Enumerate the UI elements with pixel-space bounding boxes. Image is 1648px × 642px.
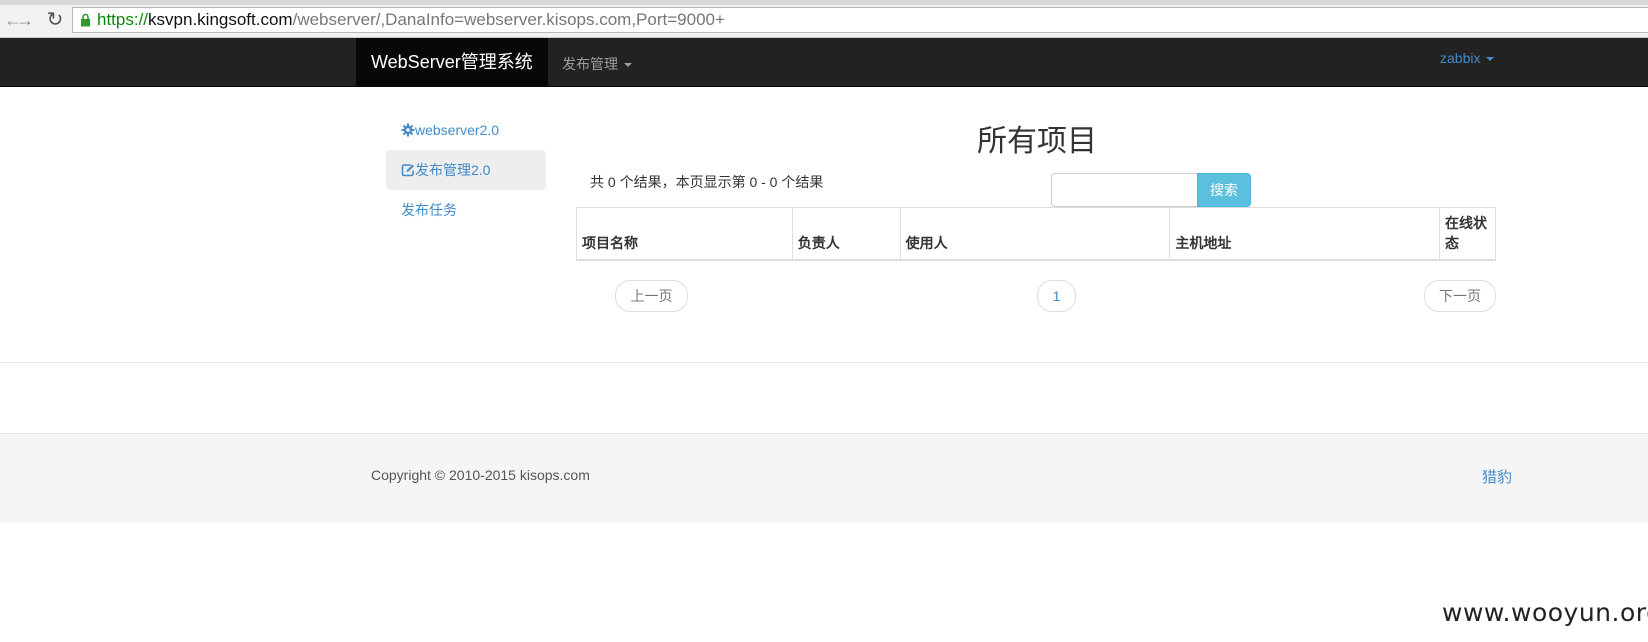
- user-menu-dropdown[interactable]: zabbix: [1440, 38, 1495, 78]
- browser-toolbar: ← → ↻ https://ksvpn.kingsoft.com/webserv…: [0, 0, 1648, 38]
- table-header-row: 项目名称 负责人 使用人 主机地址 在线状态: [576, 207, 1496, 261]
- pager-prev-button[interactable]: 上一页: [615, 280, 688, 312]
- url-path: /webserver/,DanaInfo=webserver.kisops.co…: [292, 10, 725, 29]
- sidebar-item-release-tasks[interactable]: 发布任务: [386, 190, 546, 230]
- content-divider: [0, 362, 1648, 363]
- sidebar-item-label: 发布任务: [401, 202, 457, 218]
- lock-icon: [81, 13, 90, 27]
- sidebar-item-label: webserver2.0: [415, 122, 500, 138]
- column-header-project-name: 项目名称: [576, 207, 793, 261]
- footer: Copyright © 2010-2015 kisops.com 猎豹: [0, 433, 1648, 523]
- result-summary: 共 0 个结果，本页显示第 0 - 0 个结果: [590, 174, 824, 190]
- sidebar-item-release-management[interactable]: 发布管理2.0: [386, 150, 546, 190]
- sidebar: webserver2.0 发布管理2.0 发布任务: [386, 110, 546, 230]
- reload-icon[interactable]: ↻: [44, 9, 66, 31]
- forward-arrow-icon[interactable]: →: [14, 9, 36, 31]
- sidebar-item-label: 发布管理2.0: [415, 162, 491, 178]
- url-scheme: https://: [97, 10, 149, 29]
- column-header-owner: 负责人: [791, 207, 901, 261]
- gear-icon: [401, 123, 415, 137]
- search-button[interactable]: 搜索: [1197, 173, 1251, 207]
- url-host: ksvpn.kingsoft.com: [148, 10, 293, 29]
- search-input[interactable]: [1051, 173, 1198, 207]
- projects-table: 项目名称 负责人 使用人 主机地址 在线状态: [576, 207, 1496, 261]
- page-title: 所有项目: [977, 124, 1097, 159]
- brand-link[interactable]: WebServer管理系统: [356, 38, 548, 87]
- watermark-text: www.wooyun.org: [1442, 598, 1648, 627]
- edit-icon: [401, 164, 414, 177]
- release-menu-label: 发布管理: [562, 56, 618, 72]
- column-header-online-status: 在线状态: [1439, 207, 1496, 261]
- release-menu-dropdown[interactable]: 发布管理: [562, 38, 632, 87]
- copyright-text: Copyright © 2010-2015 kisops.com: [371, 467, 590, 483]
- address-bar[interactable]: https://ksvpn.kingsoft.com/webserver/,Da…: [72, 7, 1648, 33]
- caret-down-icon: [1486, 57, 1495, 62]
- user-name: zabbix: [1440, 50, 1481, 66]
- sidebar-item-webserver[interactable]: webserver2.0: [386, 110, 546, 150]
- caret-down-icon: [624, 63, 632, 68]
- column-header-user: 使用人: [899, 207, 1171, 261]
- browser-tab-strip: [0, 0, 1648, 5]
- pager-page-1[interactable]: 1: [1037, 280, 1076, 312]
- pager-next-button[interactable]: 下一页: [1424, 280, 1496, 312]
- url-text: https://ksvpn.kingsoft.com/webserver/,Da…: [97, 10, 725, 30]
- column-header-host-address: 主机地址: [1169, 207, 1441, 261]
- footer-link[interactable]: 猎豹: [1482, 466, 1512, 487]
- top-navbar: WebServer管理系统 发布管理 zabbix: [0, 38, 1648, 87]
